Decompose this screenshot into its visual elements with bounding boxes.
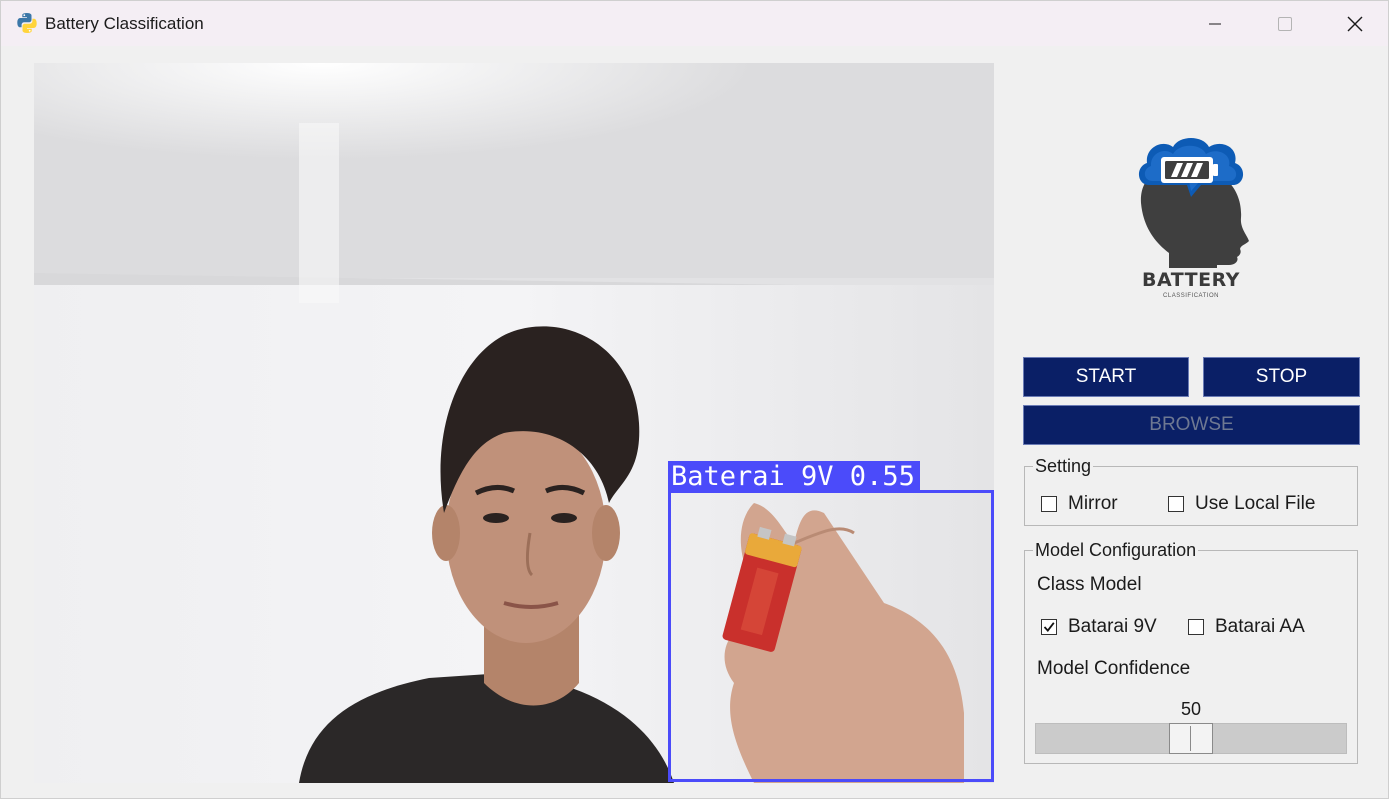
minimize-button[interactable] bbox=[1180, 1, 1250, 46]
python-icon bbox=[17, 13, 37, 33]
checkmark-icon bbox=[1043, 622, 1055, 632]
class-model-label: Class Model bbox=[1037, 574, 1142, 595]
use-local-file-checkbox[interactable]: Use Local File bbox=[1168, 493, 1315, 515]
stop-button[interactable]: STOP bbox=[1203, 357, 1360, 397]
use-local-file-checkbox-box[interactable] bbox=[1168, 496, 1184, 512]
model-configuration-title: Model Configuration bbox=[1033, 540, 1199, 560]
logo-title: BATTERY bbox=[1142, 269, 1240, 291]
minimize-icon bbox=[1209, 23, 1221, 24]
detection-bounding-box bbox=[668, 490, 994, 782]
model-confidence-value: 50 bbox=[1181, 699, 1202, 719]
batarai-aa-label: Batarai AA bbox=[1215, 616, 1305, 637]
batarai-9v-checkbox-box[interactable] bbox=[1041, 619, 1057, 635]
app-window: Battery Classification Baterai 9V 0.55 B… bbox=[0, 0, 1389, 799]
maximize-button[interactable] bbox=[1250, 1, 1320, 46]
close-button[interactable] bbox=[1320, 1, 1389, 46]
start-button[interactable]: START bbox=[1023, 357, 1189, 397]
camera-feed: Baterai 9V 0.55 bbox=[34, 63, 994, 783]
close-icon bbox=[1347, 16, 1363, 31]
window-title: Battery Classification bbox=[45, 14, 204, 33]
browse-button[interactable]: BROWSE bbox=[1023, 405, 1360, 445]
model-confidence-label: Model Confidence bbox=[1037, 658, 1191, 679]
head-battery-cloud-icon bbox=[1138, 138, 1249, 268]
logo-subtitle: CLASSIFICATION bbox=[1163, 293, 1219, 299]
mirror-checkbox[interactable]: Mirror bbox=[1041, 493, 1118, 515]
mirror-label: Mirror bbox=[1068, 493, 1118, 514]
model-confidence-slider[interactable] bbox=[1035, 723, 1347, 754]
class-batarai-9v-checkbox[interactable]: Batarai 9V bbox=[1041, 616, 1157, 638]
setting-group-title: Setting bbox=[1033, 456, 1094, 476]
detection-label: Baterai 9V 0.55 bbox=[668, 461, 920, 492]
batarai-9v-label: Batarai 9V bbox=[1068, 616, 1157, 637]
slider-thumb[interactable] bbox=[1169, 723, 1213, 754]
mirror-checkbox-box[interactable] bbox=[1041, 496, 1057, 512]
maximize-icon bbox=[1278, 16, 1292, 31]
class-batarai-aa-checkbox[interactable]: Batarai AA bbox=[1188, 616, 1305, 638]
title-bar: Battery Classification bbox=[1, 1, 1388, 46]
battery-classification-logo: BATTERY CLASSIFICATION bbox=[1121, 133, 1261, 308]
batarai-aa-checkbox-box[interactable] bbox=[1188, 619, 1204, 635]
use-local-file-label: Use Local File bbox=[1195, 493, 1316, 514]
